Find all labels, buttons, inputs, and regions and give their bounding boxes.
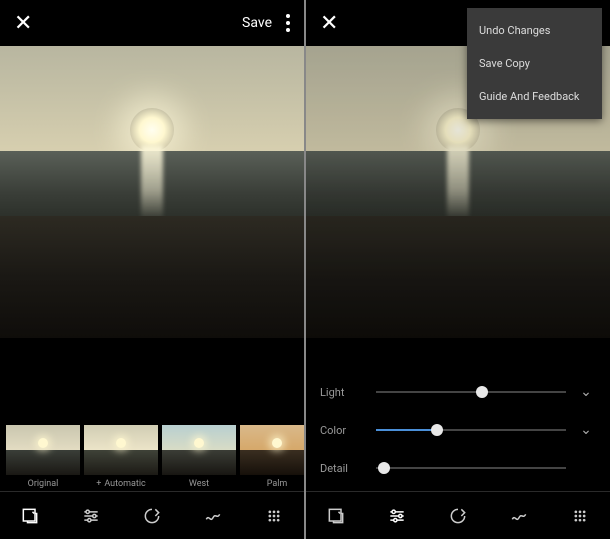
nav-more-icon[interactable] bbox=[254, 496, 294, 536]
filter-thumbnail bbox=[162, 425, 236, 475]
nav-crop-icon[interactable] bbox=[438, 496, 478, 536]
filter-item[interactable]: Palm bbox=[240, 425, 304, 489]
slider-track[interactable] bbox=[376, 429, 566, 431]
filter-label: West bbox=[162, 479, 236, 489]
slider-knob[interactable] bbox=[378, 462, 390, 474]
nav-crop-icon[interactable] bbox=[132, 496, 172, 536]
topbar: ✕ Save bbox=[0, 0, 304, 46]
slider-track[interactable] bbox=[376, 467, 566, 469]
slider-row: Detail bbox=[320, 449, 596, 487]
slider-label: Detail bbox=[320, 462, 366, 475]
menu-item[interactable]: Save Copy bbox=[467, 47, 602, 80]
photo-preview bbox=[0, 46, 304, 338]
filter-thumbnail bbox=[6, 425, 80, 475]
auto-icon: + bbox=[96, 479, 101, 489]
slider-knob[interactable] bbox=[431, 424, 443, 436]
slider-track[interactable] bbox=[376, 391, 566, 393]
slider-row: Color ⌄ bbox=[320, 411, 596, 449]
bottom-nav bbox=[306, 491, 610, 539]
menu-item[interactable]: Undo Changes bbox=[467, 14, 602, 47]
close-button[interactable]: ✕ bbox=[14, 11, 32, 36]
overflow-menu-button[interactable] bbox=[286, 14, 290, 32]
filter-item[interactable]: +Automatic bbox=[84, 425, 158, 489]
slider-row: Light ⌄ bbox=[320, 373, 596, 411]
overflow-menu: Undo ChangesSave CopyGuide And Feedback bbox=[467, 8, 602, 119]
slider-label: Light bbox=[320, 386, 366, 399]
filter-strip: Original +Automatic West Palm bbox=[0, 419, 304, 491]
nav-adjust-icon[interactable] bbox=[377, 496, 417, 536]
nav-filters-icon[interactable] bbox=[10, 496, 50, 536]
nav-adjust-icon[interactable] bbox=[71, 496, 111, 536]
menu-item[interactable]: Guide And Feedback bbox=[467, 80, 602, 113]
close-button[interactable]: ✕ bbox=[320, 11, 338, 36]
chevron-down-icon[interactable]: ⌄ bbox=[576, 384, 596, 400]
nav-markup-icon[interactable] bbox=[193, 496, 233, 536]
save-button[interactable]: Save bbox=[242, 15, 272, 31]
editor-panel-filters: ✕ Save Original +Automatic West Palm bbox=[0, 0, 304, 539]
filter-thumbnail bbox=[240, 425, 304, 475]
filter-item[interactable]: Original bbox=[6, 425, 80, 489]
filter-label: Palm bbox=[240, 479, 304, 489]
filter-item[interactable]: West bbox=[162, 425, 236, 489]
slider-label: Color bbox=[320, 424, 366, 437]
editor-panel-adjust: ✕ Undo ChangesSave CopyGuide And Feedbac… bbox=[306, 0, 610, 539]
chevron-down-icon[interactable]: ⌄ bbox=[576, 422, 596, 438]
nav-markup-icon[interactable] bbox=[499, 496, 539, 536]
nav-filters-icon[interactable] bbox=[316, 496, 356, 536]
filter-label: +Automatic bbox=[84, 479, 158, 489]
filter-label: Original bbox=[6, 479, 80, 489]
bottom-nav bbox=[0, 491, 304, 539]
filter-thumbnail bbox=[84, 425, 158, 475]
slider-knob[interactable] bbox=[476, 386, 488, 398]
nav-more-icon[interactable] bbox=[560, 496, 600, 536]
adjust-sliders: Light ⌄ Color ⌄ Detail bbox=[306, 365, 610, 491]
